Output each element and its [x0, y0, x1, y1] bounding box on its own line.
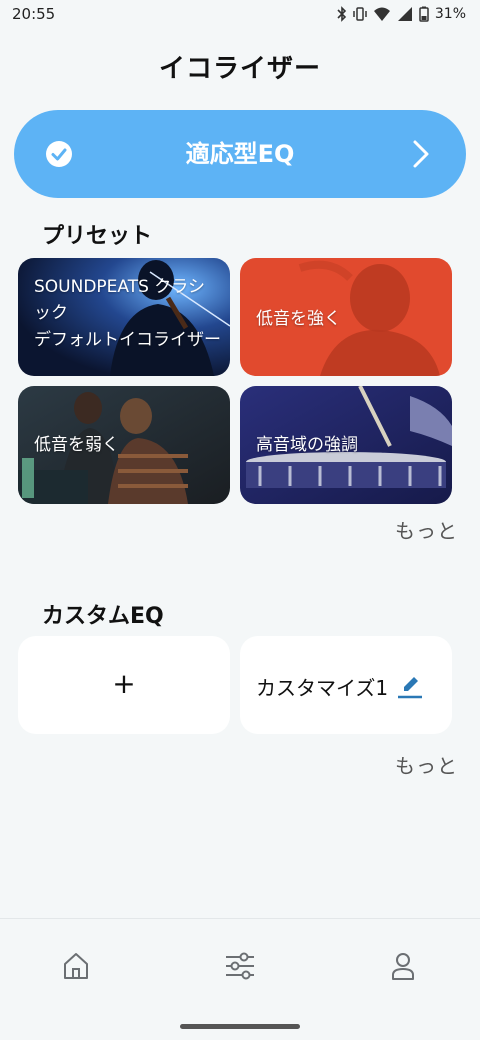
presets-title: プリセット	[42, 224, 153, 249]
preset-classic-label: SOUNDPEATS クラシ ック デフォルトイコライザー	[34, 274, 221, 353]
plus-icon: +	[112, 667, 136, 700]
signal-icon	[397, 7, 412, 21]
preset-bass-boost-label: 低音を強く	[256, 309, 341, 329]
preset-card-classic[interactable]: SOUNDPEATS クラシ ック デフォルトイコライザー	[18, 258, 230, 376]
bluetooth-icon	[337, 6, 347, 22]
battery-percent: 31%	[434, 6, 466, 22]
profile-icon[interactable]	[390, 951, 416, 981]
home-indicator	[180, 1024, 300, 1029]
custom-eq-more-link[interactable]: もっと	[395, 750, 458, 779]
adaptive-eq-button[interactable]: 適応型EQ	[14, 110, 466, 198]
preset-classic-line3: デフォルトイコライザー	[34, 329, 221, 350]
status-bar: 20:55 31%	[0, 0, 480, 28]
preset-card-treble-boost[interactable]: 高音域の強調	[240, 386, 452, 504]
edit-pencil-icon[interactable]	[396, 672, 424, 700]
status-icons: 31%	[337, 6, 466, 22]
adaptive-eq-label: 適応型EQ	[185, 140, 295, 168]
page-title: イコライザー	[158, 54, 321, 84]
status-time: 20:55	[12, 5, 56, 23]
preset-bass-reduce-label: 低音を弱く	[34, 435, 119, 455]
wifi-icon	[373, 7, 390, 21]
preset-treble-boost-label: 高音域の強調	[256, 435, 358, 455]
bottom-nav	[0, 918, 480, 1040]
equalizer-icon[interactable]	[224, 951, 256, 981]
add-custom-eq-button[interactable]: +	[18, 636, 230, 734]
chevron-right-icon	[413, 140, 429, 168]
preset-card-bass-boost[interactable]: 低音を強く	[240, 258, 452, 376]
preset-card-bass-reduce[interactable]: 低音を弱く	[18, 386, 230, 504]
custom-eq-name: カスタマイズ1	[256, 676, 389, 700]
vibrate-icon	[353, 7, 367, 21]
preset-classic-line1: SOUNDPEATS クラシ	[34, 277, 205, 297]
custom-eq-title: カスタムEQ	[42, 604, 164, 629]
preset-classic-line2: ック	[34, 303, 68, 324]
battery-icon	[419, 6, 429, 22]
presets-more-link[interactable]: もっと	[395, 515, 458, 544]
custom-eq-card[interactable]: カスタマイズ1	[240, 636, 452, 734]
home-icon[interactable]	[62, 951, 90, 981]
